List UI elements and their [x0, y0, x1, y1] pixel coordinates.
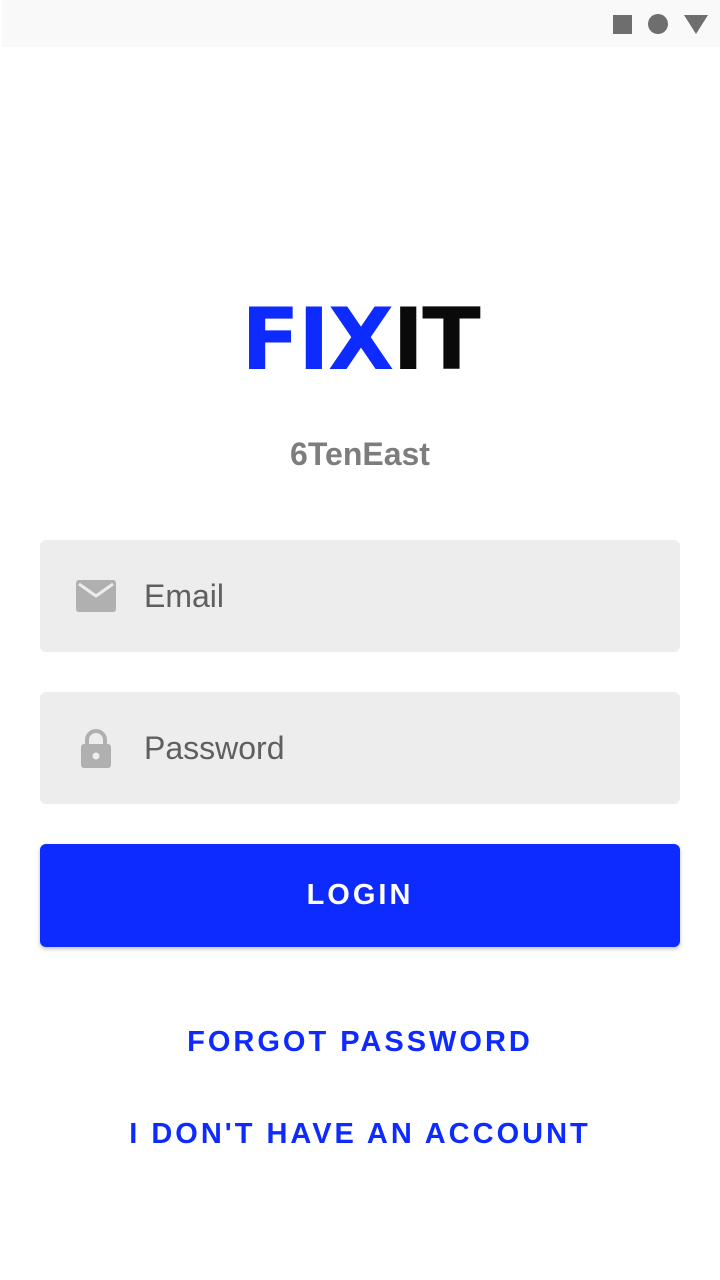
app-logo: FIXIT: [0, 297, 720, 383]
status-icons: [613, 14, 708, 34]
password-input[interactable]: [144, 692, 654, 804]
logo-text-it: IT: [392, 290, 481, 390]
no-account-link[interactable]: I DON'T HAVE AN ACCOUNT: [0, 1118, 720, 1151]
password-field[interactable]: [40, 692, 680, 804]
circle-icon: [648, 14, 668, 34]
organization-name: 6TenEast: [290, 436, 430, 472]
logo-text-fix: FIX: [241, 290, 394, 390]
login-screen: FIXIT 6TenEast LOGIN FORGOT PASSWORD I D…: [0, 0, 720, 1280]
status-bar: [2, 0, 720, 47]
login-button[interactable]: LOGIN: [40, 844, 680, 947]
lock-icon: [81, 729, 111, 768]
email-field[interactable]: [40, 540, 680, 652]
forgot-password-link[interactable]: FORGOT PASSWORD: [0, 1026, 720, 1059]
email-input[interactable]: [144, 540, 654, 652]
square-icon: [613, 14, 632, 34]
envelope-icon: [76, 580, 116, 612]
triangle-icon: [684, 14, 708, 34]
